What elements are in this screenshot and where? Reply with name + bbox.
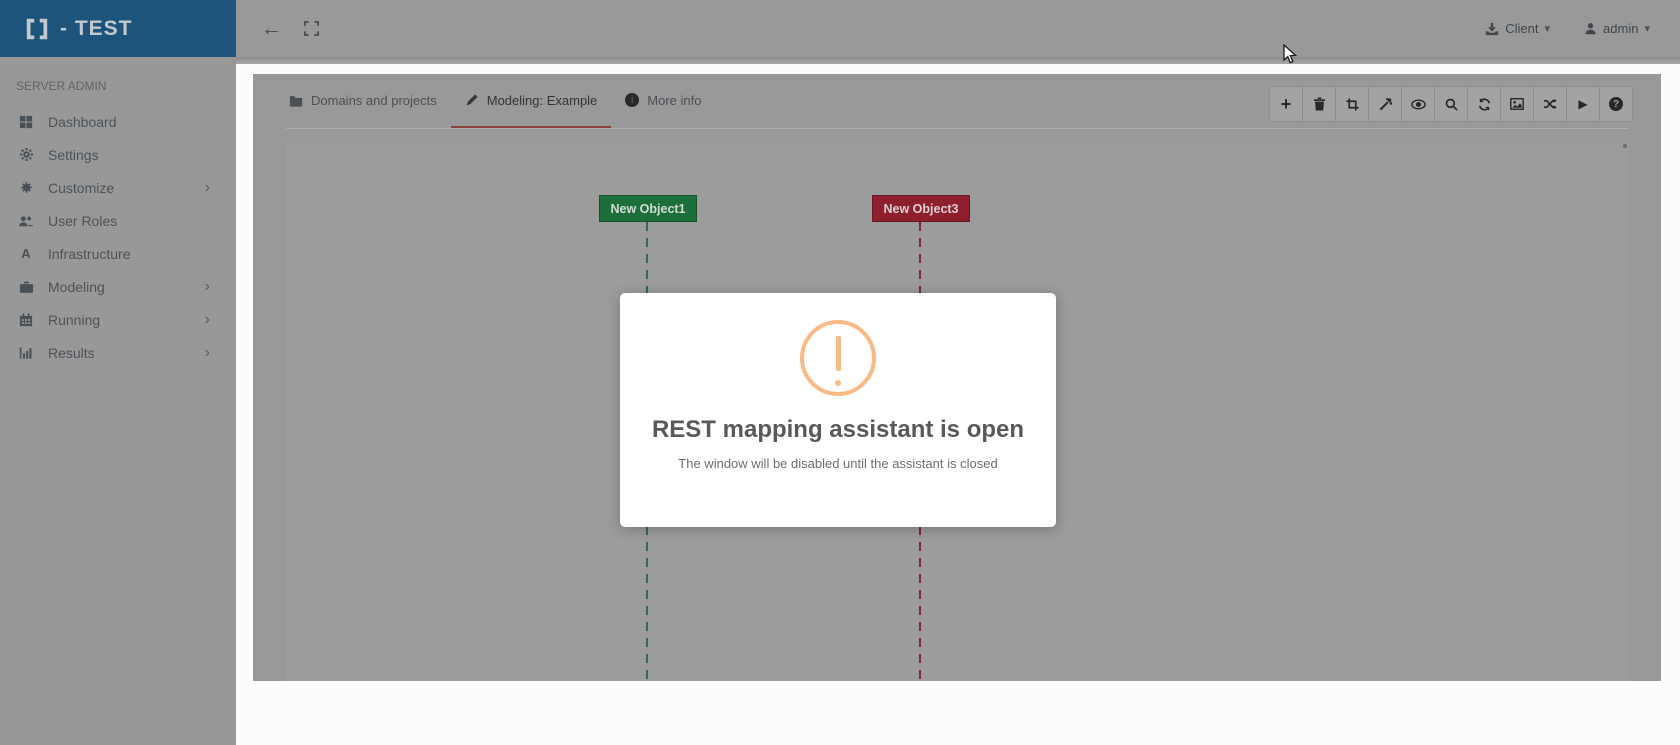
warning-icon xyxy=(800,320,876,396)
modal-message: The window will be disabled until the as… xyxy=(620,456,1056,471)
warning-modal: REST mapping assistant is open The windo… xyxy=(620,293,1056,527)
modal-title: REST mapping assistant is open xyxy=(620,416,1056,444)
mouse-cursor xyxy=(1283,44,1298,66)
